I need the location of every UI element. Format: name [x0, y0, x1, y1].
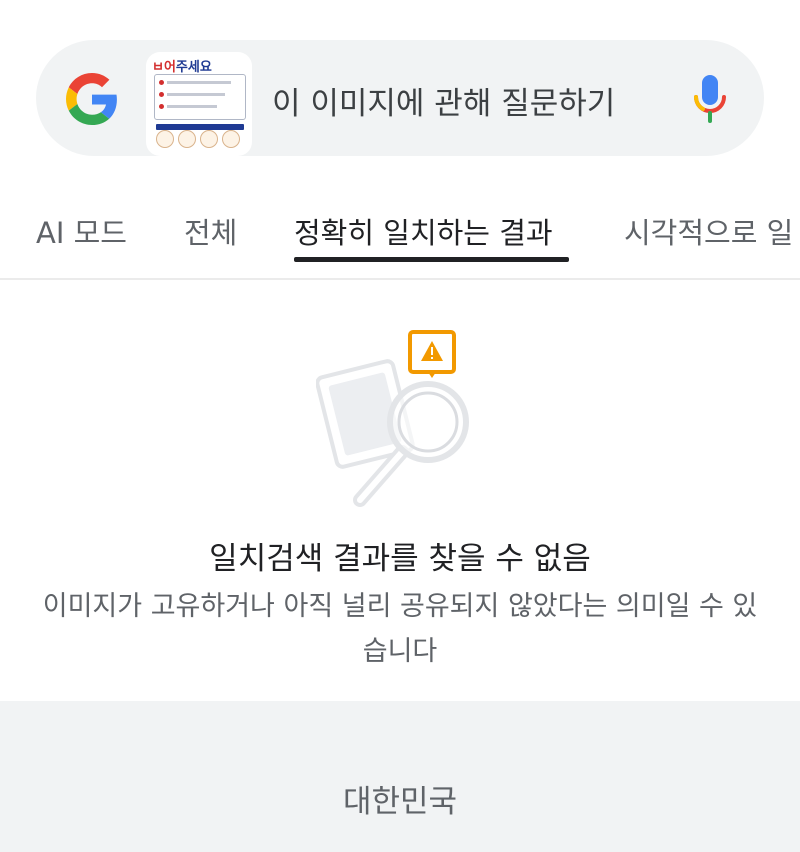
tab-ai-mode[interactable]: AI 모드: [36, 210, 127, 252]
thumbnail-title: ㅂ어주세요: [152, 60, 212, 75]
search-bar[interactable]: ㅂ어주세요 이 이미지에 관해 질문하기: [36, 40, 764, 156]
tab-visual-matches[interactable]: 시각적으로 일: [624, 210, 793, 252]
footer: 대한민국: [0, 701, 800, 852]
search-results-page: ㅂ어주세요 이 이미지에 관해 질문하기 AI 모드 전체 정확히 일치하는 결…: [0, 0, 800, 852]
google-logo-icon[interactable]: [66, 73, 118, 125]
search-prompt[interactable]: 이 이미지에 관해 질문하기: [272, 78, 615, 123]
active-tab-indicator: [294, 257, 569, 262]
tab-all[interactable]: 전체: [184, 210, 237, 252]
no-results-illustration-icon: [316, 330, 469, 507]
microphone-icon[interactable]: [692, 73, 728, 125]
query-image-thumbnail[interactable]: ㅂ어주세요: [146, 52, 252, 156]
thumbnail-notice-box: [154, 74, 246, 120]
empty-state-title: 일치검색 결과를 찾을 수 없음: [209, 541, 591, 577]
search-tabs: AI 모드 전체 정확히 일치하는 결과 시각적으로 일: [0, 180, 800, 280]
tab-exact-matches[interactable]: 정확히 일치하는 결과: [294, 210, 553, 252]
footer-region: 대한민국: [342, 784, 458, 820]
empty-state-description: 이미지가 고유하거나 아직 널리 공유되지 않았다는 의미일 수 있습니다: [42, 591, 758, 667]
